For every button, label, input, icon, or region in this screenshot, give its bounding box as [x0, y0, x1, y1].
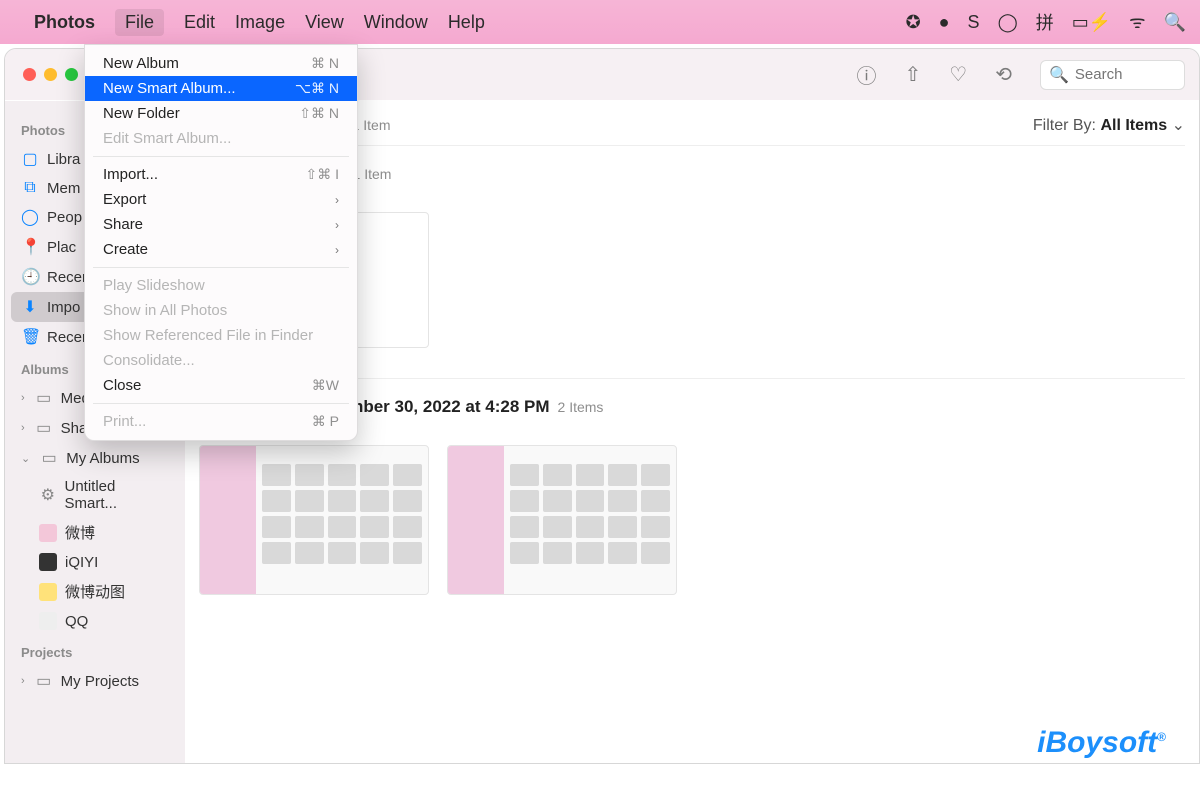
- imports-icon: ⬇: [21, 297, 39, 317]
- menu-new-folder[interactable]: New Folder⇧⌘ N: [85, 101, 357, 126]
- sidebar-item-my-albums[interactable]: ⌄▭My Albums: [11, 443, 179, 473]
- app-icon-1[interactable]: S: [968, 12, 980, 33]
- file-menu-dropdown: New Album⌘ N New Smart Album...⌥⌘ N New …: [84, 44, 358, 441]
- menu-consolidate: Consolidate...: [85, 348, 357, 373]
- close-window-button[interactable]: [23, 68, 36, 81]
- wechat-icon[interactable]: ✪: [906, 12, 921, 33]
- submenu-arrow-icon: ›: [335, 218, 339, 232]
- sidebar-item-qq[interactable]: QQ: [11, 607, 179, 635]
- favorite-icon[interactable]: ♡: [949, 62, 967, 87]
- folder-icon: ▭: [40, 448, 58, 468]
- minimize-window-button[interactable]: [44, 68, 57, 81]
- folder-icon: ▭: [35, 388, 53, 408]
- menu-print: Print...⌘ P: [85, 409, 357, 434]
- info-icon[interactable]: ⓘ: [857, 60, 877, 89]
- trash-icon: 🗑: [21, 327, 39, 347]
- share-icon[interactable]: ⇧: [905, 62, 922, 87]
- user-icon[interactable]: ◯: [998, 12, 1018, 33]
- menu-export[interactable]: Export›: [85, 187, 357, 212]
- menubar-image[interactable]: Image: [235, 12, 285, 33]
- menubar-window[interactable]: Window: [364, 12, 428, 33]
- chevron-right-icon: ›: [21, 422, 25, 434]
- menu-create[interactable]: Create›: [85, 237, 357, 262]
- search-input[interactable]: [1075, 66, 1175, 83]
- notification-icon[interactable]: ●: [939, 12, 950, 33]
- fullscreen-window-button[interactable]: [65, 68, 78, 81]
- system-menubar: Photos File Edit Image View Window Help …: [0, 0, 1200, 44]
- submenu-arrow-icon: ›: [335, 243, 339, 257]
- sidebar-item-untitled-smart[interactable]: ⚙Untitled Smart...: [11, 473, 179, 517]
- menu-close[interactable]: Close⌘W: [85, 373, 357, 398]
- submenu-arrow-icon: ›: [335, 193, 339, 207]
- group-count: 1 Item: [353, 166, 392, 182]
- album-thumb-icon: [39, 612, 57, 630]
- menu-edit-smart-album: Edit Smart Album...: [85, 126, 357, 151]
- sidebar-section-projects: Projects: [11, 635, 179, 666]
- watermark: iBoysoft: [1037, 726, 1166, 760]
- shared-folder-icon: ▭: [35, 418, 53, 438]
- chevron-right-icon: ›: [21, 675, 25, 687]
- window-controls: [5, 68, 78, 81]
- menu-show-referenced-file: Show Referenced File in Finder: [85, 323, 357, 348]
- menubar-help[interactable]: Help: [448, 12, 485, 33]
- chevron-down-icon: ⌄: [1172, 117, 1185, 134]
- photo-thumbnail[interactable]: [447, 445, 677, 595]
- places-icon: 📍: [21, 237, 39, 257]
- photo-thumbnail[interactable]: [199, 445, 429, 595]
- search-icon: 🔍: [1049, 65, 1069, 85]
- album-thumb-icon: [39, 553, 57, 571]
- gear-icon: ⚙: [39, 485, 56, 505]
- recents-icon: 🕘: [21, 267, 39, 287]
- spotlight-icon[interactable]: 🔍: [1164, 12, 1186, 33]
- sidebar-item-iqiyi[interactable]: iQIYI: [11, 548, 179, 576]
- rotate-icon[interactable]: ⟲: [995, 62, 1012, 87]
- sidebar-item-weibo[interactable]: 微博: [11, 517, 179, 548]
- filter-control[interactable]: Filter By: All Items ⌄: [1033, 115, 1185, 135]
- filter-label: Filter By:: [1033, 117, 1096, 134]
- battery-icon[interactable]: ▭⚡: [1072, 12, 1111, 33]
- album-thumb-icon: [39, 524, 57, 542]
- menu-play-slideshow: Play Slideshow: [85, 273, 357, 298]
- memories-icon: ⧉: [21, 179, 39, 197]
- menubar-file[interactable]: File: [115, 9, 164, 36]
- menubar-status-area: ✪ ● S ◯ 拼 ▭⚡ ᯤ 🔍: [906, 9, 1186, 35]
- search-field[interactable]: 🔍: [1040, 60, 1185, 90]
- library-icon: ▢: [21, 149, 39, 169]
- menubar-edit[interactable]: Edit: [184, 12, 215, 33]
- menu-share[interactable]: Share›: [85, 212, 357, 237]
- menu-import[interactable]: Import...⇧⌘ I: [85, 162, 357, 187]
- wifi-icon[interactable]: ᯤ: [1129, 10, 1145, 34]
- folder-icon: ▭: [35, 671, 53, 691]
- menu-new-album[interactable]: New Album⌘ N: [85, 51, 357, 76]
- sidebar-item-weibo-gif[interactable]: 微博动图: [11, 576, 179, 607]
- chevron-down-icon: ⌄: [21, 452, 30, 465]
- input-method-icon[interactable]: 拼: [1036, 9, 1054, 35]
- people-icon: ◯: [21, 207, 39, 227]
- group-count: 2 Items: [558, 399, 604, 415]
- sidebar-item-my-projects[interactable]: ›▭My Projects: [11, 666, 179, 696]
- menu-new-smart-album[interactable]: New Smart Album...⌥⌘ N: [85, 76, 357, 101]
- album-thumb-icon: [39, 583, 57, 601]
- menubar-view[interactable]: View: [305, 12, 344, 33]
- app-name[interactable]: Photos: [34, 12, 95, 33]
- filter-value: All Items: [1100, 117, 1167, 134]
- chevron-right-icon: ›: [21, 392, 25, 404]
- menu-show-in-all-photos: Show in All Photos: [85, 298, 357, 323]
